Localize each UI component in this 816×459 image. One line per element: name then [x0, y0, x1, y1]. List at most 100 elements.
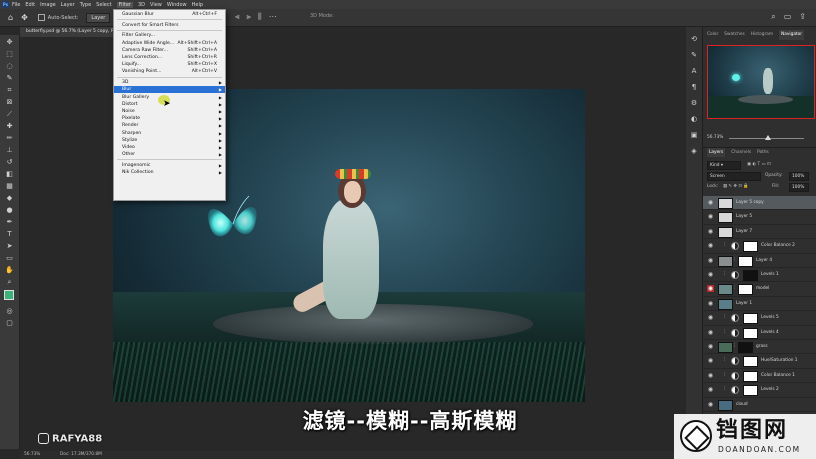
layer-mask-thumbnail[interactable] — [743, 313, 758, 325]
visibility-eye-icon[interactable]: ◉ — [707, 314, 714, 321]
auto-select-dropdown[interactable]: Layer — [86, 12, 111, 23]
menu-layer[interactable]: Layer — [61, 2, 75, 8]
align-center-icon[interactable]: ⫸ — [247, 12, 252, 22]
menu-window[interactable]: Window — [167, 2, 187, 8]
menu-image[interactable]: Image — [40, 2, 56, 8]
filter-menu-item[interactable]: Blur ▶ — [114, 86, 225, 94]
layer-mask-thumbnail[interactable] — [738, 255, 753, 267]
layer-row[interactable]: ◉ Layer 5 — [703, 210, 816, 225]
filter-menu-item[interactable]: Convert for Smart Filters — [114, 22, 225, 29]
menu-help[interactable]: Help — [192, 2, 203, 8]
blur-tool-icon[interactable]: ◆ — [5, 194, 14, 202]
filter-menu-item[interactable]: Nik Collection ▶ — [114, 169, 225, 176]
opacity-field[interactable]: 100% — [789, 172, 809, 181]
tab-layers[interactable]: Layers — [707, 148, 726, 157]
layer-thumbnail[interactable] — [718, 298, 733, 310]
visibility-eye-icon[interactable]: ◉ — [707, 372, 714, 379]
menu-3d[interactable]: 3D — [138, 2, 145, 8]
layer-mask-thumbnail[interactable] — [743, 241, 758, 253]
tab-swatches[interactable]: Swatches — [724, 30, 745, 40]
screen-mode-icon[interactable]: ▢ — [5, 319, 14, 327]
distribute-icon[interactable]: ⋯ — [269, 12, 277, 22]
foreground-color-swatch[interactable] — [4, 290, 14, 300]
layer-thumbnail[interactable] — [718, 198, 733, 209]
pen-tool-icon[interactable]: ✒ — [5, 218, 14, 226]
layer-thumbnail[interactable] — [718, 255, 733, 267]
path-select-tool-icon[interactable]: ➤ — [5, 242, 14, 250]
filter-icons[interactable]: ▣ ◐ T ▭ ⊡ — [747, 161, 771, 169]
eraser-tool-icon[interactable]: ◧ — [5, 170, 14, 178]
layer-row[interactable]: ◉ Layer 1 — [703, 297, 816, 312]
layer-thumbnail[interactable] — [718, 212, 733, 224]
filter-menu-item[interactable]: Pixelate ▶ — [114, 115, 225, 122]
layer-thumbnail[interactable] — [718, 399, 733, 411]
gradient-tool-icon[interactable]: ▦ — [5, 182, 14, 190]
layer-row[interactable]: ◉ ⫶ grass — [703, 340, 816, 355]
auto-select-checkbox[interactable] — [37, 14, 45, 21]
align-right-icon[interactable]: ⫼ — [258, 12, 262, 22]
kind-filter-dropdown[interactable]: Kind ▾ — [707, 161, 741, 170]
filter-menu-item[interactable]: Camera Raw Filter... Shift+Ctrl+A — [114, 47, 225, 54]
eyedropper-tool-icon[interactable]: ⟋ — [5, 110, 14, 118]
layer-mask-thumbnail[interactable] — [743, 370, 758, 382]
layer-mask-thumbnail[interactable] — [738, 284, 753, 296]
frame-tool-icon[interactable]: ⊠ — [5, 98, 14, 106]
layers-panel-icon[interactable]: ◈ — [690, 147, 698, 155]
align-left-icon[interactable]: ⫷ — [235, 12, 240, 22]
visibility-eye-icon[interactable]: ◉ — [707, 257, 714, 264]
properties-panel-icon[interactable]: ⚙ — [690, 99, 698, 107]
filter-menu-item[interactable]: Lens Correction... Shift+Ctrl+R — [114, 54, 225, 61]
filter-menu-item[interactable]: Stylize ▶ — [114, 137, 225, 144]
blend-mode-dropdown[interactable]: Screen — [707, 172, 761, 181]
visibility-eye-icon[interactable]: ◉ — [707, 271, 714, 278]
filter-menu-item[interactable]: Render ▶ — [114, 122, 225, 129]
fill-field[interactable]: 100% — [789, 183, 809, 192]
tab-paths[interactable]: Paths — [757, 148, 769, 157]
clone-stamp-tool-icon[interactable]: ⊥ — [5, 146, 14, 154]
menu-filter[interactable]: Filter — [116, 1, 133, 8]
tab-histogram[interactable]: Histogram — [751, 30, 773, 40]
visibility-eye-icon[interactable]: ◉ — [707, 386, 714, 393]
tab-channels[interactable]: Channels — [731, 148, 751, 157]
layer-row[interactable]: ◉ ⫶ Levels 2 — [703, 383, 816, 398]
layer-row[interactable]: ◉ Layer 5 copy — [703, 196, 816, 211]
layer-mask-thumbnail[interactable] — [743, 356, 758, 368]
filter-menu-item[interactable]: Gaussian Blur Alt+Ctrl+F — [114, 11, 225, 18]
shape-tool-icon[interactable]: ▭ — [5, 254, 14, 262]
filter-menu-item[interactable]: Filter Gallery... — [114, 32, 225, 39]
history-panel-icon[interactable]: ⟲ — [690, 35, 698, 43]
lock-icons[interactable]: ▦ ✎ ✥ ⊡ 🔒 — [723, 183, 749, 191]
filter-menu-item[interactable]: Imagenomic ▶ — [114, 162, 225, 169]
history-brush-tool-icon[interactable]: ↺ — [5, 158, 14, 166]
visibility-eye-icon[interactable]: ◉ — [707, 285, 714, 293]
paragraph-panel-icon[interactable]: ¶ — [690, 83, 698, 91]
visibility-eye-icon[interactable]: ◉ — [707, 199, 714, 206]
filter-menu-item[interactable]: Liquify... Shift+Ctrl+X — [114, 61, 225, 68]
layer-mask-thumbnail[interactable] — [743, 327, 758, 339]
menu-select[interactable]: Select — [96, 2, 111, 8]
visibility-eye-icon[interactable]: ◉ — [707, 300, 714, 307]
share-icon[interactable]: ⇪ — [799, 12, 806, 22]
move-tool-icon[interactable]: ✥ — [21, 13, 28, 22]
layer-mask-thumbnail[interactable] — [743, 270, 758, 281]
move-tool-icon[interactable]: ✥ — [5, 38, 14, 46]
home-icon[interactable]: ⌂ — [8, 13, 13, 22]
libraries-panel-icon[interactable]: ▣ — [690, 131, 698, 139]
layer-row[interactable]: ◉ ⫶ model — [703, 282, 816, 297]
menu-type[interactable]: Type — [80, 2, 91, 8]
zoom-tool-icon[interactable]: ⌕ — [5, 278, 14, 286]
layer-row[interactable]: ◉ ⫶ Color Balance 2 — [703, 239, 816, 254]
marquee-tool-icon[interactable]: ⬚ — [5, 50, 14, 58]
layer-mask-thumbnail[interactable] — [738, 342, 753, 353]
layer-row[interactable]: ◉ ⫶ Hue/Saturation 1 — [703, 354, 816, 369]
filter-menu-item[interactable]: Vanishing Point... Alt+Ctrl+V — [114, 68, 225, 75]
layer-row[interactable]: ◉ ⫶ Levels 4 — [703, 326, 816, 340]
layer-thumbnail[interactable] — [718, 342, 733, 353]
layer-mask-thumbnail[interactable] — [743, 385, 758, 397]
visibility-eye-icon[interactable]: ◉ — [707, 228, 714, 235]
navigator-thumbnail[interactable] — [707, 45, 815, 119]
adjustments-panel-icon[interactable]: ◐ — [690, 115, 698, 123]
visibility-eye-icon[interactable]: ◉ — [707, 401, 714, 408]
filter-menu-item[interactable]: Video ▶ — [114, 144, 225, 151]
tab-color[interactable]: Color — [707, 30, 718, 40]
